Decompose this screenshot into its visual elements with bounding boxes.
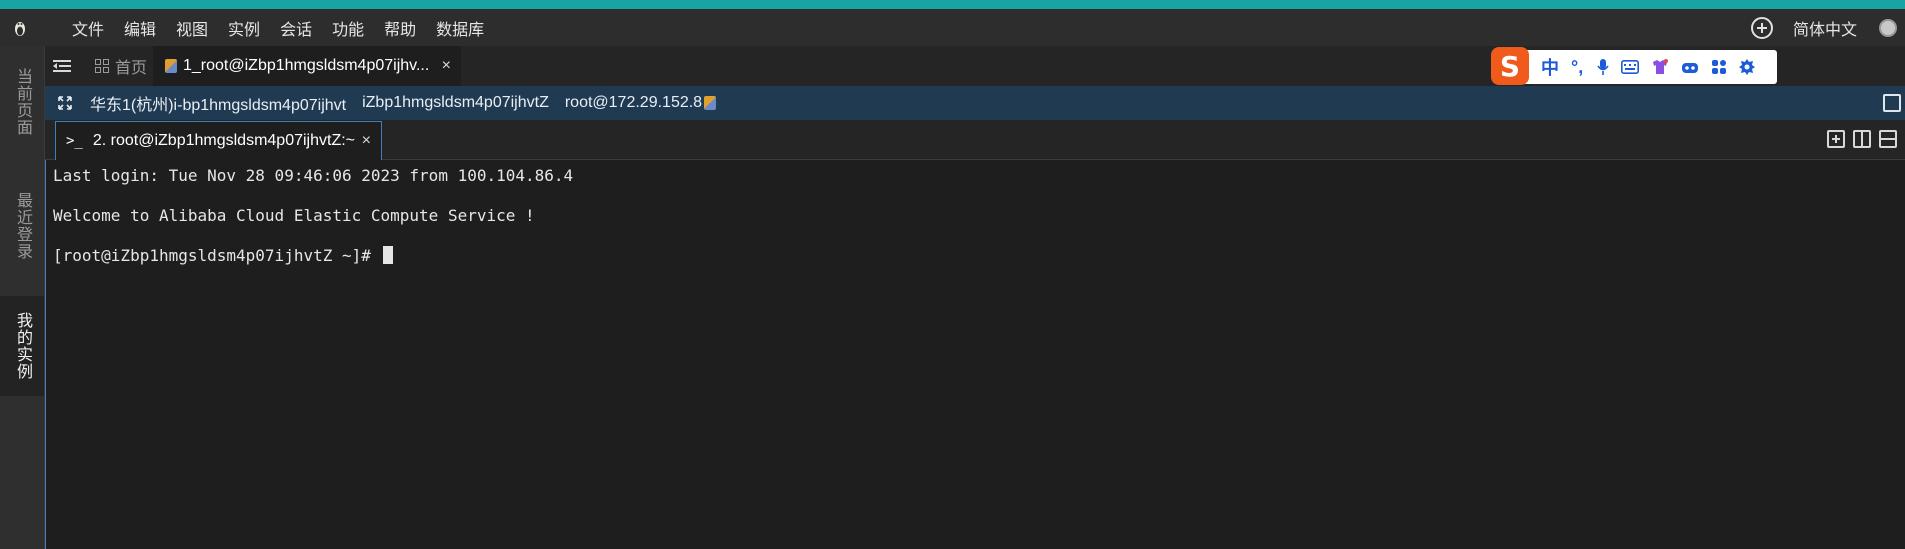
- menu-item-help[interactable]: 帮助: [384, 16, 416, 40]
- grid-icon: [95, 59, 109, 73]
- connection-badge-icon: [704, 96, 717, 110]
- collapse-sidebar-icon[interactable]: [45, 46, 79, 86]
- login-user-ip-label: root@172.29.152.8: [564, 94, 703, 111]
- linux-penguin-icon[interactable]: [0, 9, 40, 46]
- terminal-layout-controls: [1827, 130, 1905, 148]
- skin-shirt-icon[interactable]: [1651, 59, 1669, 75]
- menu-item-session[interactable]: 会话: [280, 16, 312, 40]
- terminal-output[interactable]: Last login: Tue Nov 28 09:46:06 2023 fro…: [45, 160, 1905, 549]
- menu-items: 文件 编辑 视图 实例 会话 功能 帮助 数据库: [72, 16, 504, 40]
- robot-assistant-icon[interactable]: [1681, 60, 1699, 74]
- menubar: 文件 编辑 视图 实例 会话 功能 帮助 数据库 简体中文: [0, 9, 1905, 46]
- ime-punctuation-button[interactable]: °,: [1571, 57, 1583, 78]
- tab-home[interactable]: 首页: [83, 46, 159, 86]
- apps-grid-icon[interactable]: [1711, 59, 1727, 75]
- tab-terminal-2-label: 2. root@iZbp1hmgsldsm4p07ijhvtZ:~: [92, 132, 355, 149]
- keyboard-icon[interactable]: [1621, 60, 1640, 74]
- ime-mode-button[interactable]: 中: [1541, 54, 1559, 80]
- sidebar: 当前页面 最近登录 我的实例: [0, 46, 45, 549]
- connection-info-bar: 华东1(杭州)i-bp1hmgsldsm4p07ijhvt iZbp1hmgsl…: [45, 86, 1905, 120]
- microphone-icon[interactable]: [1597, 58, 1609, 76]
- sidebar-item-label: 当前页面: [14, 68, 31, 136]
- sidebar-item-label: 我的实例: [14, 312, 31, 380]
- split-vertical-icon[interactable]: [1853, 130, 1871, 148]
- tab-session-1[interactable]: 1_root@iZbp1hmgsldsm4p07ijhv... ×: [153, 46, 461, 86]
- language-selector[interactable]: 简体中文: [1793, 16, 1857, 40]
- sidebar-item-recent-logins[interactable]: 最近登录: [0, 156, 44, 296]
- exit-session-icon[interactable]: [1883, 94, 1901, 112]
- terminal-prompt-icon: >_: [66, 133, 83, 149]
- menu-item-edit[interactable]: 编辑: [124, 16, 156, 40]
- tab-session-1-label: 1_root@iZbp1hmgsldsm4p07ijhv...: [183, 57, 430, 74]
- new-terminal-icon[interactable]: [1827, 130, 1845, 148]
- settings-gear-icon[interactable]: [1739, 59, 1756, 75]
- close-icon[interactable]: ×: [442, 57, 451, 75]
- terminal-tab-bar: >_ 2. root@iZbp1hmgsldsm4p07ijhvtZ:~ ×: [45, 120, 1905, 160]
- sidebar-item-label: 最近登录: [14, 192, 31, 260]
- terminal-prompt-line: [root@iZbp1hmgsldsm4p07ijhvtZ ~]#: [53, 246, 1898, 266]
- menu-item-file[interactable]: 文件: [72, 16, 104, 40]
- fullscreen-icon[interactable]: [45, 96, 85, 110]
- menu-item-instance[interactable]: 实例: [228, 16, 260, 40]
- avatar[interactable]: [1879, 18, 1897, 37]
- menu-item-view[interactable]: 视图: [176, 16, 208, 40]
- session-badge-icon: [165, 59, 177, 73]
- instance-hostname-label: iZbp1hmgsldsm4p07ijhvtZ: [362, 94, 549, 111]
- sidebar-item-my-instances[interactable]: 我的实例: [0, 296, 44, 396]
- ime-toolbar: S 中 °,: [1491, 47, 1777, 85]
- menubar-right: 简体中文: [1750, 9, 1905, 46]
- text-cursor: [382, 246, 393, 264]
- sidebar-item-current-page[interactable]: 当前页面: [0, 50, 44, 154]
- instance-region-label: 华东1(杭州)i-bp1hmgsldsm4p07ijhvt: [90, 97, 347, 114]
- close-icon[interactable]: ×: [362, 132, 371, 150]
- add-circle-icon[interactable]: [1750, 16, 1773, 39]
- menu-item-features[interactable]: 功能: [332, 16, 364, 40]
- tab-home-label: 首页: [115, 60, 148, 77]
- menu-item-database[interactable]: 数据库: [436, 16, 484, 40]
- split-horizontal-icon[interactable]: [1879, 130, 1897, 148]
- terminal-line-last-login: Last login: Tue Nov 28 09:46:06 2023 fro…: [53, 166, 574, 185]
- terminal-line-welcome: Welcome to Alibaba Cloud Elastic Compute…: [53, 206, 535, 225]
- shell-prompt: [root@iZbp1hmgsldsm4p07ijhvtZ ~]#: [53, 246, 381, 265]
- tab-terminal-2[interactable]: >_ 2. root@iZbp1hmgsldsm4p07ijhvtZ:~ ×: [55, 121, 382, 160]
- window-accent-stripe: [0, 0, 1905, 9]
- sogou-logo-icon[interactable]: S: [1491, 47, 1529, 85]
